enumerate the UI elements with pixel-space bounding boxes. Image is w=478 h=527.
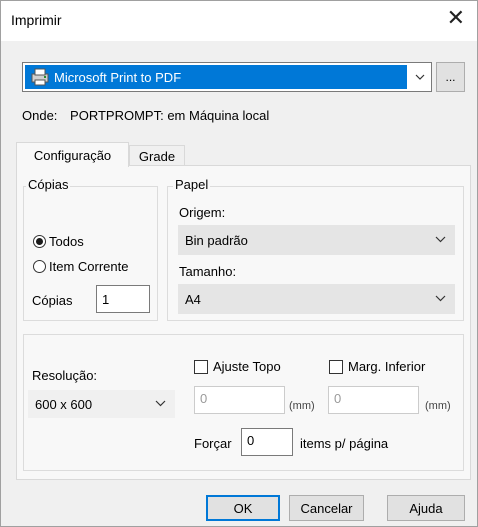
top-adjust-unit: (mm) [289,400,315,412]
top-adjust-input[interactable]: 0 [194,386,285,414]
chevron-down-icon [435,236,446,243]
radio-todos[interactable]: Todos [33,234,84,249]
cancel-button[interactable]: Cancelar [289,495,364,521]
tab-configuracao[interactable]: Configuração [16,142,129,167]
bottom-margin-unit: (mm) [425,400,451,412]
bottom-margin-checkbox-box [329,359,343,374]
paper-size-select[interactable]: A4 [178,284,455,314]
printer-select[interactable]: Microsoft Print to PDF [22,62,432,92]
ok-button[interactable]: OK [206,495,280,521]
chevron-down-icon [155,400,166,407]
paper-size-value: A4 [185,291,201,307]
bottom-margin-label: Marg. Inferior [348,359,426,374]
bottom-margin-input[interactable]: 0 [328,386,419,414]
printer-properties-button[interactable]: ... [436,62,465,92]
print-dialog: Imprimir ✕ Microsoft Print to PDF ... On… [0,0,478,527]
printer-icon [31,68,49,86]
bottom-margin-checkbox[interactable]: Marg. Inferior [329,359,425,374]
top-adjust-checkbox[interactable]: Ajuste Topo [194,359,281,374]
printer-selected-item: Microsoft Print to PDF [25,65,407,89]
title-bar: Imprimir ✕ [1,1,477,41]
chevron-down-icon [435,295,446,302]
paper-source-select[interactable]: Bin padrão [178,225,455,255]
force-label: Forçar [194,436,232,451]
paper-group-label: Papel [173,177,211,192]
printer-name: Microsoft Print to PDF [54,69,182,85]
paper-source-label: Origem: [179,205,226,220]
paper-size-label: Tamanho: [179,264,237,279]
copies-count-label: Cópias [32,293,73,308]
resolution-select[interactable]: 600 x 600 [28,390,175,418]
copies-group-label: Cópias [26,177,71,192]
radio-todos-indicator [33,235,46,248]
chevron-down-icon[interactable] [409,63,431,91]
resolution-label: Resolução: [32,368,98,383]
force-input[interactable]: 0 [241,428,293,456]
top-adjust-checkbox-box [194,359,208,374]
radio-item-corrente-label: Item Corrente [49,259,129,274]
window-title: Imprimir [11,12,62,28]
radio-item-corrente[interactable]: Item Corrente [33,259,128,274]
close-icon[interactable]: ✕ [447,7,465,31]
radio-todos-label: Todos [49,234,84,249]
items-per-page-label: items p/ página [300,436,389,451]
radio-item-corrente-indicator [33,260,46,273]
paper-source-value: Bin padrão [185,232,248,248]
top-adjust-label: Ajuste Topo [213,359,281,374]
tab-grade[interactable]: Grade [129,145,185,166]
location-label: Onde: [22,108,58,123]
location-value: PORTPROMPT: em Máquina local [70,108,270,123]
resolution-value: 600 x 600 [35,396,93,412]
help-button[interactable]: Ajuda [387,495,465,521]
printer-location: Onde: PORTPROMPT: em Máquina local [22,108,269,123]
copies-count-input[interactable]: 1 [96,285,150,313]
